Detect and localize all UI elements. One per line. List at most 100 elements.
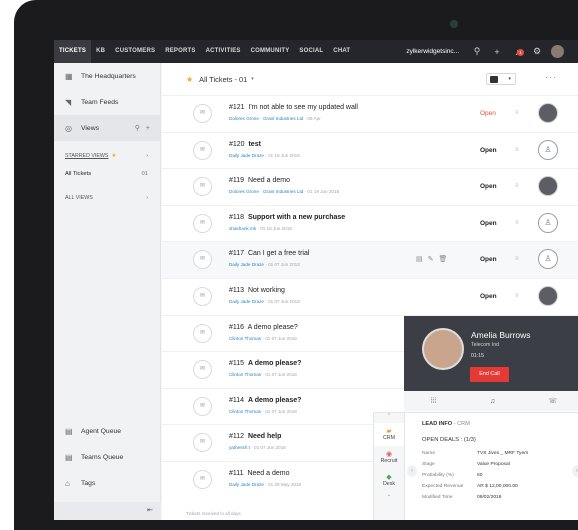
ticket-subject[interactable]: #120 test <box>229 141 261 148</box>
tab-tickets[interactable]: TICKETS <box>54 40 92 63</box>
ticket-contact[interactable]: Clinton Thomas <box>229 336 261 341</box>
tab-community[interactable]: COMMUNITY <box>246 40 295 63</box>
prev-deal-icon[interactable]: ‹ <box>407 465 417 477</box>
tab-social[interactable]: SOCIAL <box>294 40 328 63</box>
starred-views-header[interactable]: STARRED VIEWS ★ › <box>54 147 160 165</box>
tag-icon: ⌂ <box>65 478 70 488</box>
ticket-subject[interactable]: #116 A demo please? <box>229 324 298 331</box>
ticket-subject[interactable]: #113 Not working <box>229 287 285 294</box>
tab-activities[interactable]: ACTIVITIES <box>201 40 246 63</box>
favorite-star-icon[interactable]: ★ <box>186 75 193 84</box>
ticket-meta: Daily Jade Draze · 01 29 May 2018 <box>229 481 302 487</box>
ticket-contact[interactable]: Clinton Thomas <box>229 409 261 414</box>
sidebar-item-teams-queue[interactable]: ▤ Teams Queue <box>54 444 161 470</box>
dialpad-icon[interactable]: ⁞⁞⁞ <box>431 398 437 405</box>
delete-icon[interactable]: 🗑 <box>439 256 453 263</box>
ticket-status[interactable]: Open <box>480 220 497 227</box>
deal-field-row: Stage Value Proposal <box>422 462 528 473</box>
ticket-row[interactable]: ✉ #119 Need a demo Dolores Grone · Grant I… <box>162 168 578 205</box>
tab-kb[interactable]: KB <box>91 40 110 63</box>
rail-chevron-down-icon[interactable]: ⌄ <box>374 492 404 502</box>
ticket-row[interactable]: ✉ #113 Not working Daily Jade Draze · 01 0… <box>162 277 578 315</box>
crm-icon: ▰ <box>386 428 392 435</box>
edit-icon[interactable]: ✎ <box>428 256 439 263</box>
rail-item-recruit[interactable]: ◉ Recruit <box>374 446 404 469</box>
ticket-contact[interactable]: Clinton Thomas <box>229 372 261 377</box>
ticket-status[interactable]: Open <box>480 110 496 117</box>
ticket-row[interactable]: ✉ #120 test Daily Jade Draze · 01 19 Jun 2… <box>162 131 578 169</box>
ticket-subject-text: Support with a new purchase <box>247 213 346 221</box>
comment-icon: ≡ <box>515 219 519 226</box>
rail-item-crm[interactable]: ▰ CRM <box>374 423 404 446</box>
ticket-subject[interactable]: #115 A demo please? <box>229 360 301 367</box>
ticket-subject[interactable]: #119 Need a demo <box>229 177 290 184</box>
collapse-sidebar-icon[interactable]: ⇤ <box>54 502 161 520</box>
assignee-avatar[interactable] <box>538 103 558 123</box>
rail-chevron-up-icon[interactable]: ⌃ <box>374 413 404 423</box>
ticket-status[interactable]: Open <box>480 147 497 154</box>
ticket-contact[interactable]: Daily Jade Draze <box>229 262 264 267</box>
ticket-row[interactable]: ✉ #121 I'm not able to see my updated wal… <box>162 95 578 132</box>
gear-icon[interactable]: ⚙ <box>527 46 547 57</box>
assignee-avatar[interactable] <box>538 285 558 306</box>
unassigned-user-icon[interactable]: ♙ <box>538 249 558 270</box>
tags-label: Tags <box>81 479 96 487</box>
sidebar-item-all-tickets[interactable]: All Tickets 01 <box>54 165 160 183</box>
ticket-account[interactable]: Grant Industries Ltd <box>263 116 303 121</box>
assignee-avatar[interactable] <box>538 176 558 197</box>
ticket-date: 01 07 Jun 2018 <box>254 445 286 451</box>
more-options-icon[interactable]: ··· <box>545 72 557 82</box>
open-deals-title: OPEN DEALS : (1/3) <box>422 437 476 443</box>
org-switcher[interactable]: zylkerwidgetsinc... <box>406 48 459 55</box>
unassigned-user-icon[interactable]: ♙ <box>538 212 558 233</box>
ticket-contact[interactable]: yathessh t <box>229 445 250 450</box>
ticket-contact[interactable]: Dolores Grone <box>229 116 259 121</box>
ticket-row[interactable]: ✉ #118 Support with a new purchase shashan… <box>162 204 578 242</box>
ticket-contact[interactable]: Daily Jade Draze <box>229 153 264 158</box>
rail-item-desk[interactable]: ◆ Desk <box>374 469 404 492</box>
ticket-contact[interactable]: Daily Jade Draze <box>229 299 264 304</box>
ticket-status[interactable]: Open <box>480 183 497 190</box>
sidebar-item-agent-queue[interactable]: ▤ Agent Queue <box>54 418 161 444</box>
user-avatar[interactable] <box>551 45 565 58</box>
end-call-button[interactable]: End Call <box>470 367 509 382</box>
transfer-call-icon[interactable]: ☏ <box>549 397 558 405</box>
ticket-subject[interactable]: #118 Support with a new purchase <box>229 214 345 221</box>
view-title-dropdown[interactable]: All Tickets - 01 <box>199 75 247 84</box>
tab-customers[interactable]: CUSTOMERS <box>110 40 160 63</box>
chevron-down-icon[interactable]: ▾ <box>251 76 254 82</box>
ticket-subject[interactable]: #121 I'm not able to see my updated wall <box>229 104 358 111</box>
sidebar-item-views[interactable]: ◎ Views ⚲ + <box>54 115 160 141</box>
all-views-header[interactable]: ALL VIEWS › <box>54 189 160 207</box>
ticket-subject-text: A demo please? <box>247 396 302 404</box>
notification-bell-icon[interactable]: ♪1 <box>507 47 527 57</box>
ticket-contact[interactable]: Daily Jade Draze <box>229 482 264 487</box>
ticket-subject-text: test <box>248 140 261 148</box>
ticket-subject[interactable]: #114 A demo please? <box>229 397 301 404</box>
ticket-subject[interactable]: #112 Need help <box>229 433 281 440</box>
ticket-contact[interactable]: Dolores Grone <box>229 189 259 194</box>
camera-dot <box>450 20 458 28</box>
plus-icon[interactable]: + <box>487 47 507 57</box>
ticket-status[interactable]: Open <box>480 256 497 263</box>
sidebar-item-tags[interactable]: ⌂ Tags <box>54 470 161 496</box>
ticket-account[interactable]: Grant Industries Ltd <box>263 189 303 194</box>
search-icon[interactable]: ⚲ <box>467 46 487 57</box>
unassigned-user-icon[interactable]: ♙ <box>538 139 558 160</box>
reply-icon[interactable]: ▤ <box>416 256 428 263</box>
tab-reports[interactable]: REPORTS <box>160 40 200 63</box>
ticket-status[interactable]: Open <box>480 293 497 300</box>
add-view-icon[interactable]: + <box>146 125 150 132</box>
ticket-subject[interactable]: #117 Can I get a free trial <box>229 250 309 257</box>
ticket-subject[interactable]: #111 Need a demo <box>229 470 289 477</box>
sidebar-item-department[interactable]: ▦ The Headquarters <box>54 63 160 89</box>
next-deal-icon[interactable]: › <box>572 465 578 477</box>
sidebar-item-team-feeds[interactable]: ◥ Team Feeds <box>54 89 160 115</box>
ticket-row[interactable]: ✉ #117 Can I get a free trial Daily Jade D… <box>162 241 578 278</box>
views-search-icon[interactable]: ⚲ <box>135 124 140 132</box>
mute-icon[interactable]: ♫ <box>490 398 495 405</box>
ticket-contact[interactable]: shashank mk <box>229 226 256 231</box>
layout-toggle-button[interactable]: ▾ <box>486 73 516 85</box>
tab-chat[interactable]: CHAT <box>328 40 355 63</box>
views-icon: ◎ <box>65 123 72 133</box>
